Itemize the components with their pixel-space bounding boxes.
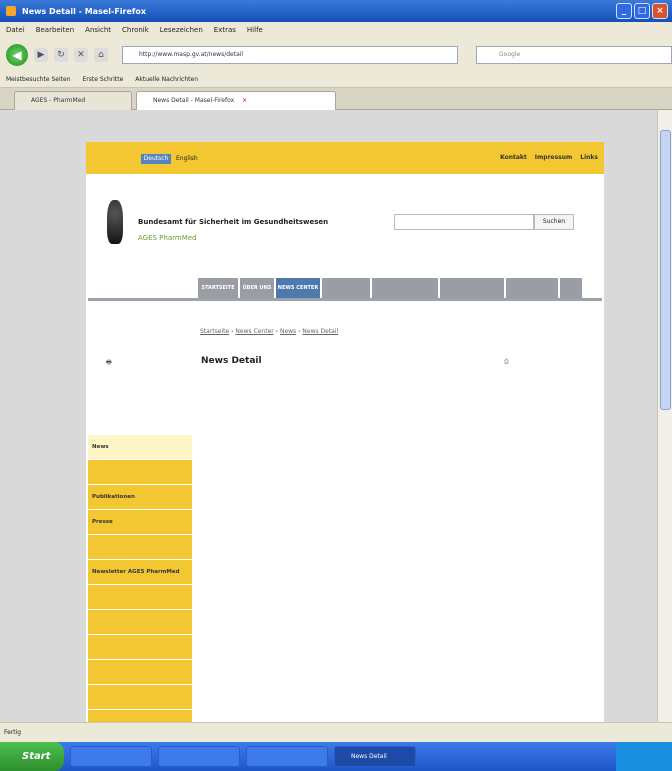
nav-item[interactable] — [440, 278, 504, 298]
address-bar[interactable]: http://www.masp.gv.at/news/detail — [122, 46, 458, 64]
nav-item-about[interactable]: ÜBER UNS — [240, 278, 274, 298]
menu-bookmarks[interactable]: Lesezeichen — [160, 26, 203, 34]
minimize-button[interactable]: _ — [616, 3, 632, 19]
nav-item-home[interactable]: STARTSEITE — [198, 278, 238, 298]
sidebar-item[interactable] — [88, 585, 192, 609]
tab-news-detail[interactable]: News Detail - Masel-Firefox × — [136, 91, 336, 110]
page-tools[interactable]: ⎙ — [504, 358, 509, 366]
site-logo[interactable] — [107, 200, 123, 244]
taskbar: Start News Detail — [0, 742, 672, 771]
sidebar-item[interactable] — [88, 635, 192, 659]
breadcrumb-item[interactable]: News — [280, 328, 296, 335]
taskbar-item[interactable] — [70, 746, 152, 767]
sidebar-item[interactable] — [88, 610, 192, 634]
bookmarks-toolbar: Meistbesuchte Seiten Erste Schritte Aktu… — [0, 72, 672, 88]
menu-edit[interactable]: Bearbeiten — [36, 26, 74, 34]
menu-help[interactable]: Hilfe — [247, 26, 263, 34]
menu-bar: Datei Bearbeiten Ansicht Chronik Lesezei… — [0, 22, 672, 38]
window-titlebar: News Detail - Masel-Firefox _ □ × — [0, 0, 672, 22]
vertical-scrollbar[interactable] — [657, 110, 672, 722]
taskbar-item[interactable] — [246, 746, 328, 767]
org-name: Bundesamt für Sicherheit im Gesundheitsw… — [138, 218, 329, 226]
window-title: News Detail - Masel-Firefox — [22, 6, 147, 16]
close-button[interactable]: × — [652, 3, 668, 19]
tab-ages-pharmmed[interactable]: AGES - PharmMed — [14, 91, 132, 110]
tab-bar: AGES - PharmMed News Detail - Masel-Fire… — [0, 88, 672, 110]
taskbar-item-news-detail[interactable]: News Detail — [334, 746, 416, 767]
site-top-strip: Deutsch English Kontakt Impressum Links — [86, 142, 604, 174]
nav-divider — [88, 298, 602, 301]
sidebar-item-press[interactable]: Presse — [88, 510, 192, 534]
forward-arrow-icon[interactable]: ▶ — [34, 48, 48, 62]
org-subtitle: AGES PharmMed — [138, 234, 197, 242]
maximize-button[interactable]: □ — [634, 3, 650, 19]
taskbar-item[interactable] — [158, 746, 240, 767]
breadcrumb-item[interactable]: Startseite — [200, 328, 229, 335]
page-title: News Detail — [201, 356, 262, 366]
top-links: Kontakt Impressum Links — [500, 154, 598, 161]
search-input[interactable]: Google — [476, 46, 672, 64]
language-german-link[interactable]: Deutsch — [141, 154, 171, 164]
sidebar-item[interactable] — [88, 685, 192, 709]
home-icon[interactable]: ⌂ — [94, 48, 108, 62]
tab-close-icon[interactable]: × — [242, 97, 247, 104]
site-search-button[interactable]: Suchen — [534, 214, 574, 230]
nav-item[interactable] — [372, 278, 438, 298]
nav-item[interactable] — [560, 278, 582, 298]
navigation-toolbar: ◀ ▶ ↻ ✕ ⌂ http://www.masp.gv.at/news/det… — [0, 38, 672, 72]
sidebar-item-publications[interactable]: Publikationen — [88, 485, 192, 509]
reload-icon[interactable]: ↻ — [54, 48, 68, 62]
printer-icon: 🖶 — [106, 359, 112, 366]
back-arrow-icon[interactable]: ◀ — [6, 44, 28, 66]
top-link[interactable]: Links — [580, 154, 598, 161]
window-controls: _ □ × — [616, 3, 668, 19]
nav-item-news-center[interactable]: NEWS CENTER — [276, 278, 320, 298]
stop-icon[interactable]: ✕ — [74, 48, 88, 62]
nav-item[interactable] — [506, 278, 558, 298]
top-link[interactable]: Impressum — [535, 154, 572, 161]
bookmark-most-visited[interactable]: Meistbesuchte Seiten — [6, 76, 71, 83]
sidebar-item-newsletter[interactable]: Newsletter AGES PharmMed — [88, 560, 192, 584]
system-tray — [616, 742, 672, 771]
tab-label: News Detail - Masel-Firefox — [153, 97, 235, 104]
breadcrumb-item: News Detail — [302, 328, 339, 335]
tab-label: AGES - PharmMed — [31, 97, 86, 104]
bookmark-getting-started[interactable]: Erste Schritte — [83, 76, 124, 83]
firefox-icon — [6, 6, 16, 16]
nav-item[interactable] — [322, 278, 370, 298]
sidebar-item[interactable] — [88, 535, 192, 559]
sidebar: News Publikationen Presse Newsletter AGE… — [88, 435, 192, 735]
breadcrumb: Startseite › News Center › News › News D… — [200, 328, 339, 335]
menu-file[interactable]: Datei — [6, 26, 25, 34]
site-search-input[interactable] — [394, 214, 534, 230]
main-navigation: STARTSEITE ÜBER UNS NEWS CENTER — [198, 278, 588, 298]
scrollbar-thumb[interactable] — [660, 130, 671, 410]
print-link[interactable]: 🖶 — [106, 358, 112, 368]
start-button[interactable]: Start — [0, 742, 64, 771]
page-tools-icon: ⎙ — [504, 358, 509, 365]
sidebar-item[interactable] — [88, 460, 192, 484]
top-link[interactable]: Kontakt — [500, 154, 527, 161]
language-english-link[interactable]: English — [176, 154, 198, 164]
breadcrumb-item[interactable]: News Center — [235, 328, 273, 335]
menu-view[interactable]: Ansicht — [85, 26, 111, 34]
menu-history[interactable]: Chronik — [122, 26, 149, 34]
sidebar-item-news[interactable]: News — [88, 435, 192, 459]
menu-tools[interactable]: Extras — [214, 26, 236, 34]
status-bar: Fertig — [0, 722, 672, 742]
sidebar-item[interactable] — [88, 660, 192, 684]
bookmark-news[interactable]: Aktuelle Nachrichten — [135, 76, 198, 83]
